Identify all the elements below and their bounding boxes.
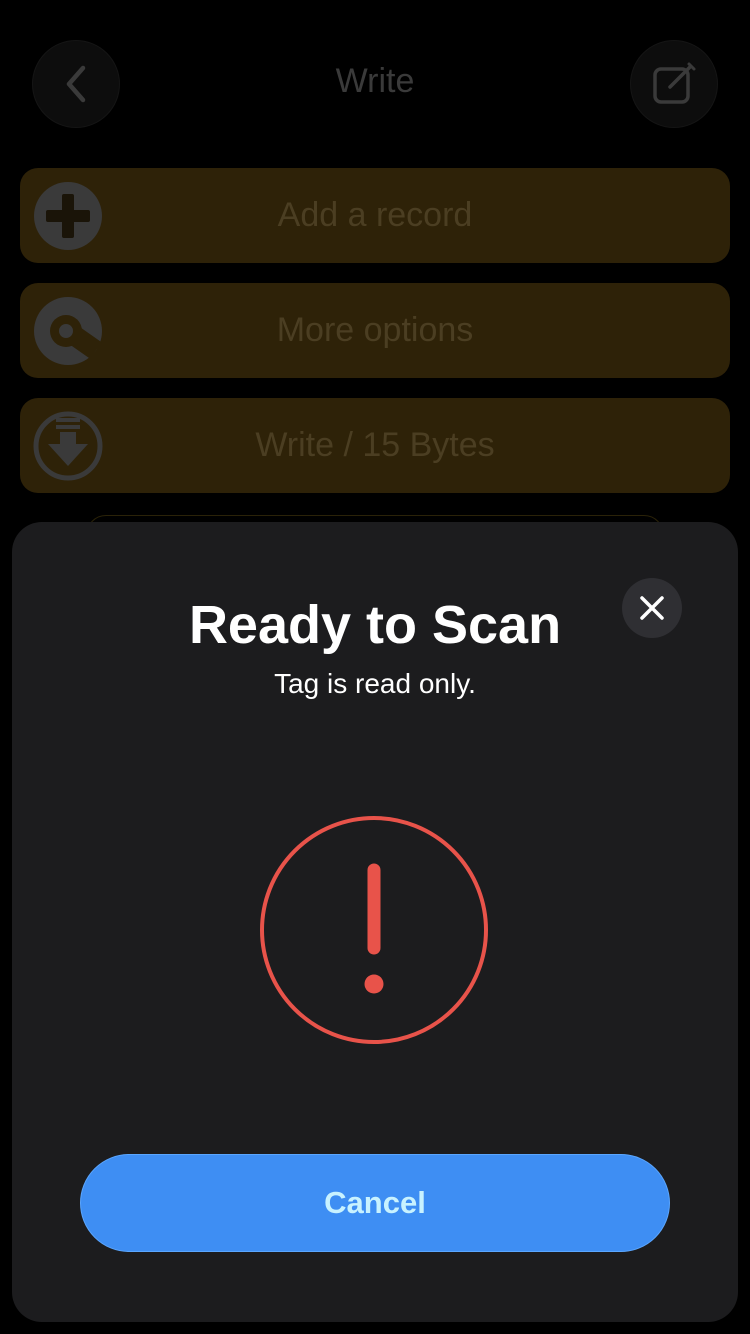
scan-sheet: Ready to Scan Tag is read only. Cancel bbox=[12, 522, 738, 1322]
scan-sheet-message: Tag is read only. bbox=[274, 668, 476, 699]
exclamation-circle-icon bbox=[260, 816, 488, 1044]
close-button[interactable] bbox=[622, 578, 682, 638]
navigation-bar: Write bbox=[0, 0, 750, 160]
cancel-button[interactable]: Cancel bbox=[80, 1154, 670, 1252]
add-record-label: Add a record bbox=[277, 196, 473, 234]
write-label: Write / 15 Bytes bbox=[255, 426, 495, 464]
write-screen: Write Add a record More options Write / … bbox=[0, 0, 750, 1334]
more-options-label: More options bbox=[276, 311, 474, 349]
add-record-button[interactable]: Add a record bbox=[20, 168, 730, 263]
close-icon bbox=[640, 596, 664, 620]
compose-button[interactable] bbox=[630, 40, 718, 128]
write-button[interactable]: Write / 15 Bytes bbox=[20, 398, 730, 493]
more-options-button[interactable]: More options bbox=[20, 283, 730, 378]
compose-icon bbox=[653, 62, 696, 104]
